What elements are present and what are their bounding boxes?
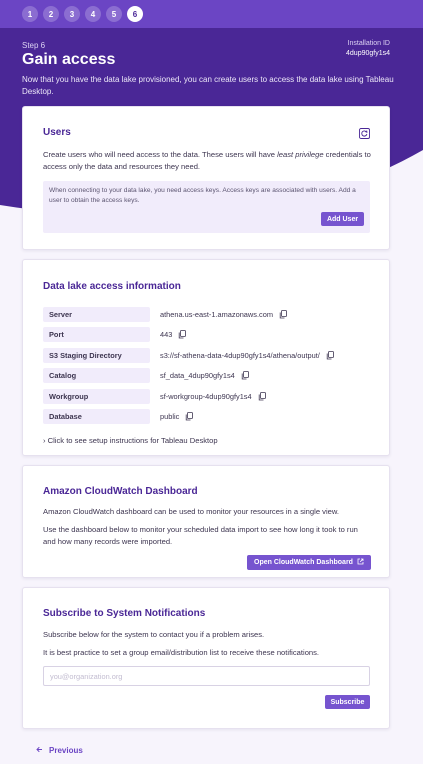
datalake-row: Port 443 xyxy=(43,327,373,343)
datalake-row: Server athena.us-east-1.amazonaws.com xyxy=(43,307,373,323)
copy-icon[interactable] xyxy=(241,371,249,380)
datalake-value: s3://sf-athena-data-4dup90gfy1s4/athena/… xyxy=(160,351,334,360)
arrow-left-icon xyxy=(36,746,43,755)
users-card: Users Create users who will need access … xyxy=(22,106,390,250)
datalake-value-text: s3://sf-athena-data-4dup90gfy1s4/athena/… xyxy=(160,350,320,360)
datalake-value: sf_data_4dup90gfy1s4 xyxy=(160,371,249,380)
step-4[interactable]: 4 xyxy=(85,6,101,22)
datalake-card: Data lake access information Server athen… xyxy=(22,259,390,456)
datalake-value-text: 443 xyxy=(160,330,173,340)
refresh-icon[interactable] xyxy=(359,126,370,144)
datalake-value: sf-workgroup-4dup90gfy1s4 xyxy=(160,392,266,401)
users-description: Create users who will need access to the… xyxy=(43,150,371,171)
copy-icon[interactable] xyxy=(178,330,187,339)
datalake-title: Data lake access information xyxy=(43,281,181,292)
step-5[interactable]: 5 xyxy=(106,6,122,22)
notifications-desc-1: Subscribe below for the system to contac… xyxy=(43,630,265,639)
subscribe-button[interactable]: Subscribe xyxy=(325,695,370,709)
datalake-value-text: public xyxy=(160,412,180,421)
cloudwatch-desc-2: Use the dashboard below to monitor your … xyxy=(43,525,358,546)
open-cloudwatch-label: Open CloudWatch Dashboard xyxy=(254,559,353,566)
cloudwatch-desc-1: Amazon CloudWatch dashboard can be used … xyxy=(43,507,340,516)
external-link-icon xyxy=(357,558,364,567)
open-cloudwatch-button[interactable]: Open CloudWatch Dashboard xyxy=(247,555,371,570)
email-input[interactable] xyxy=(43,666,370,686)
datalake-value: athena.us-east-1.amazonaws.com xyxy=(160,310,287,319)
intro-text: Now that you have the data lake provisio… xyxy=(22,75,394,96)
cloudwatch-title: Amazon CloudWatch Dashboard xyxy=(43,486,198,497)
copy-icon[interactable] xyxy=(185,412,194,421)
datalake-value: public xyxy=(160,412,194,421)
datalake-row: Database public xyxy=(43,409,373,425)
copy-icon[interactable] xyxy=(258,391,266,401)
step-label: Step 6 xyxy=(22,41,46,50)
datalake-row: S3 Staging Directory s3://sf-athena-data-… xyxy=(43,347,373,364)
step-6[interactable]: 6 xyxy=(127,6,143,22)
copy-icon[interactable] xyxy=(326,350,334,360)
datalake-key: Workgroup xyxy=(43,388,150,404)
least-privilege-text: least privilege xyxy=(277,150,324,159)
step-3[interactable]: 3 xyxy=(64,6,80,22)
datalake-value-text: sf_data_4dup90gfy1s4 xyxy=(160,371,235,381)
installation-id-label: Installation ID xyxy=(347,40,390,47)
datalake-value: 443 xyxy=(160,330,187,340)
notifications-title: Subscribe to System Notifications xyxy=(43,608,206,619)
access-keys-info-text: When connecting to your data lake, you n… xyxy=(49,187,356,204)
datalake-row: Catalog sf_data_4dup90gfy1s4 xyxy=(43,368,373,384)
previous-label: Previous xyxy=(49,746,83,755)
copy-icon[interactable] xyxy=(279,310,287,319)
datalake-key: Server xyxy=(43,307,150,322)
installation-id-value: 4dup90gfy1s4 xyxy=(346,50,390,57)
users-title: Users xyxy=(43,127,71,138)
datalake-key: S3 Staging Directory xyxy=(43,347,150,363)
notifications-card: Subscribe to System Notifications Subscr… xyxy=(22,587,390,729)
cloudwatch-card: Amazon CloudWatch Dashboard Amazon Cloud… xyxy=(22,465,390,578)
datalake-row: Workgroup sf-workgroup-4dup90gfy1s4 xyxy=(43,388,373,405)
datalake-key: Port xyxy=(43,327,150,343)
setup-instructions-link[interactable]: › Click to see setup instructions for Ta… xyxy=(43,436,218,445)
datalake-key: Database xyxy=(43,409,150,424)
add-user-button[interactable]: Add User xyxy=(321,212,364,226)
datalake-value-text: sf-workgroup-4dup90gfy1s4 xyxy=(160,391,252,401)
datalake-value-text: athena.us-east-1.amazonaws.com xyxy=(160,310,273,319)
step-1[interactable]: 1 xyxy=(22,6,38,22)
previous-link[interactable]: Previous xyxy=(36,746,83,755)
step-2[interactable]: 2 xyxy=(43,6,59,22)
page-title: Gain access xyxy=(22,51,116,68)
step-indicator: 123456 xyxy=(0,0,423,28)
notifications-desc-2: It is best practice to set a group email… xyxy=(43,648,320,657)
datalake-key: Catalog xyxy=(43,368,150,384)
